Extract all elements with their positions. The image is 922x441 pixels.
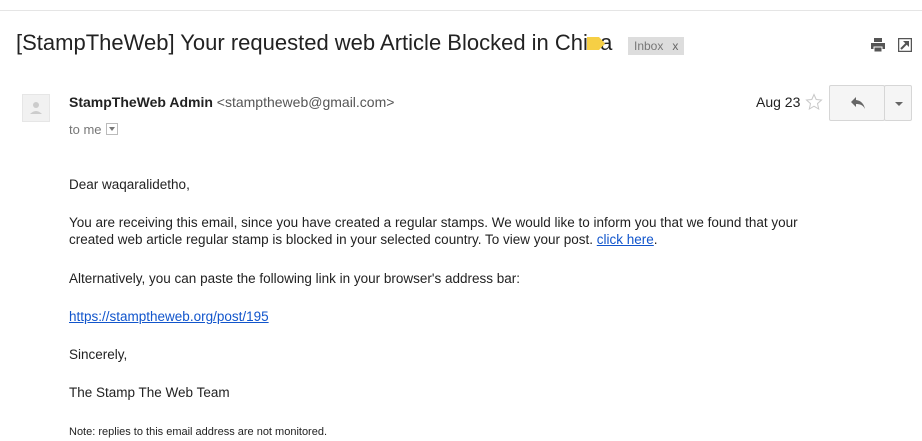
star-icon[interactable] [805, 93, 823, 111]
new-window-icon[interactable] [898, 38, 912, 52]
sender-line: StampTheWeb Admin <stamptheweb@gmail.com… [69, 94, 394, 110]
paragraph-text: created web article regular stamp is blo… [69, 232, 597, 247]
sender-name: StampTheWeb Admin [69, 94, 213, 110]
sender-email: <stamptheweb@gmail.com> [216, 94, 395, 110]
subject-row: [StampTheWeb] Your requested web Article… [0, 10, 922, 81]
paragraph-line: created web article regular stamp is blo… [69, 231, 658, 248]
label-tag-icon[interactable] [587, 37, 605, 50]
alternative-instructions: Alternatively, you can paste the followi… [69, 271, 521, 286]
click-here-link[interactable]: click here [597, 232, 654, 247]
recipient-text: to me [69, 122, 102, 137]
avatar [22, 94, 50, 122]
inbox-label-chip[interactable]: Inbox x [628, 37, 685, 55]
signature: The Stamp The Web Team [69, 385, 230, 400]
email-subject: [StampTheWeb] Your requested web Article… [16, 30, 613, 55]
print-icon[interactable] [871, 38, 885, 52]
reply-button[interactable] [829, 85, 885, 121]
reply-icon [851, 97, 865, 109]
paragraph-line: You are receiving this email, since you … [69, 215, 798, 230]
inbox-label-text: Inbox [634, 39, 664, 53]
note-text: Note: replies to this email address are … [69, 426, 328, 438]
post-link[interactable]: https://stamptheweb.org/post/195 [69, 309, 269, 324]
period-text: . [653, 232, 658, 247]
remove-label-button[interactable]: x [672, 39, 678, 53]
recipient-line: to me [69, 122, 118, 137]
closing: Sincerely, [69, 347, 128, 362]
email-date: Aug 23 [756, 94, 801, 110]
show-details-dropdown[interactable] [105, 123, 118, 135]
more-options-button[interactable] [884, 85, 912, 121]
greeting: Dear waqaralidetho, [69, 177, 190, 192]
avatar-person-icon [30, 102, 42, 114]
